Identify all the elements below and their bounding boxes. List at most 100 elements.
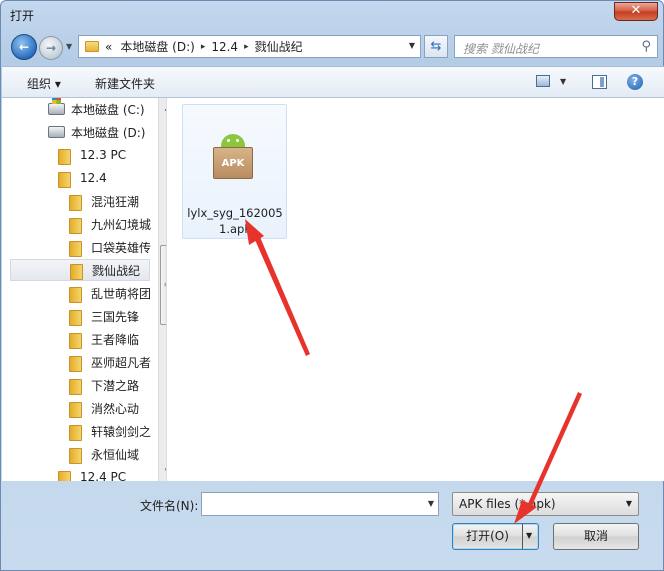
arrow-left-icon: ←: [18, 40, 30, 54]
chevron-down-icon: ▼: [625, 499, 632, 508]
nav-item-12-4[interactable]: 12.4: [58, 167, 107, 189]
folder-icon: [69, 239, 83, 257]
breadcrumb-separator-icon[interactable]: ▸: [244, 42, 249, 52]
folder-icon: [69, 308, 83, 326]
folder-icon: [58, 170, 72, 188]
nav-item-label: 乱世萌将团: [91, 286, 152, 301]
organize-button[interactable]: 组织 ▾: [27, 75, 61, 92]
system-drive-icon: [48, 98, 65, 115]
nav-item-label: 12.4 PC: [80, 470, 127, 481]
folder-icon: [58, 147, 72, 165]
nav-item-label: 巫师超凡者: [91, 355, 152, 370]
scroll-up-icon[interactable]: ▲: [160, 100, 166, 116]
folder-icon: [58, 469, 72, 481]
chevron-down-icon[interactable]: ▼: [428, 499, 434, 508]
search-placeholder: 搜索 戮仙战纪: [463, 42, 539, 56]
breadcrumb-overflow[interactable]: «: [105, 40, 112, 54]
open-options-dropdown[interactable]: ▼: [526, 531, 532, 540]
title-bar: 打开 ✕: [1, 1, 663, 29]
nav-item-label: 轩辕剑剑之: [91, 424, 152, 439]
file-type-value: APK files (*.apk): [459, 497, 556, 511]
nav-item-folder[interactable]: 口袋英雄传: [69, 236, 151, 258]
window-title: 打开: [10, 9, 35, 23]
nav-scrollbar[interactable]: ▲ ≡ ▼: [158, 98, 166, 481]
file-name-line-2: 1.apk: [219, 222, 251, 236]
folder-icon: [69, 193, 83, 211]
view-options-dropdown[interactable]: ▼: [560, 77, 566, 86]
nav-item-folder[interactable]: 王者降临: [69, 328, 139, 350]
refresh-button[interactable]: ⇆: [424, 35, 448, 58]
search-icon: ⚲: [641, 39, 651, 54]
open-file-dialog: 打开 ✕ ← → ▼ « 本地磁盘 (D:) ▸ 12.4 ▸ 戮仙战纪 ▼ ⇆…: [0, 0, 664, 571]
breadcrumb-item-current[interactable]: 戮仙战纪: [255, 38, 303, 55]
nav-item-label: 本地磁盘 (D:): [71, 125, 146, 140]
folder-icon: [85, 41, 99, 52]
file-list-pane[interactable]: APK lylx_syg_162005 1.apk: [168, 98, 664, 481]
close-button[interactable]: ✕: [614, 2, 658, 21]
search-box[interactable]: 搜索 戮仙战纪 ⚲: [454, 35, 658, 58]
nav-item-label: 王者降临: [91, 332, 140, 347]
filename-label: 文件名(N):: [140, 499, 199, 513]
file-item-apk[interactable]: APK lylx_syg_162005 1.apk: [182, 104, 287, 239]
drive-icon: [48, 126, 65, 138]
nav-item-folder[interactable]: 三国先锋: [69, 305, 139, 327]
nav-item-label: 混沌狂潮: [91, 194, 140, 209]
folder-icon: [69, 446, 83, 464]
recent-locations-dropdown[interactable]: ▼: [66, 42, 72, 51]
split-divider: [522, 524, 523, 549]
back-button[interactable]: ←: [11, 34, 37, 60]
nav-item-label: 12.4: [80, 171, 107, 185]
nav-item-label: 下潜之路: [91, 378, 140, 393]
change-view-icon[interactable]: [536, 75, 550, 87]
nav-item-drive-d[interactable]: 本地磁盘 (D:): [48, 121, 145, 143]
preview-pane-icon[interactable]: [592, 75, 607, 89]
folder-icon: [69, 377, 83, 395]
cancel-button[interactable]: 取消: [553, 523, 639, 550]
apk-file-icon: APK: [213, 132, 255, 180]
nav-item-label: 本地磁盘 (C:): [71, 102, 145, 117]
browser-area: 本地磁盘 (C:) 本地磁盘 (D:) 12.3 PC 12.4 混沌狂潮 九州…: [2, 98, 664, 481]
file-name-line-1: lylx_syg_162005: [187, 206, 283, 220]
scroll-thumb[interactable]: ≡: [160, 245, 166, 325]
scroll-down-icon[interactable]: ▼: [160, 463, 166, 479]
breadcrumb-separator-icon[interactable]: ▸: [201, 42, 206, 52]
nav-item-label: 永恒仙域: [91, 447, 140, 462]
nav-item-label: 口袋英雄传: [91, 240, 152, 255]
breadcrumb: « 本地磁盘 (D:) ▸ 12.4 ▸ 戮仙战纪: [105, 38, 303, 55]
nav-item-label: 九州幻境城: [91, 217, 152, 232]
nav-item-folder[interactable]: 混沌狂潮: [69, 190, 139, 212]
nav-item-selected-folder[interactable]: 戮仙战纪: [10, 259, 150, 281]
nav-item-drive-c[interactable]: 本地磁盘 (C:): [48, 98, 145, 120]
breadcrumb-item-d-drive[interactable]: 本地磁盘 (D:): [120, 38, 194, 55]
nav-item-folder[interactable]: 轩辕剑剑之: [69, 420, 151, 442]
address-bar[interactable]: « 本地磁盘 (D:) ▸ 12.4 ▸ 戮仙战纪 ▼: [78, 35, 421, 58]
file-name: lylx_syg_162005 1.apk: [185, 205, 285, 237]
nav-item-label: 消然心动: [91, 401, 140, 416]
new-folder-button[interactable]: 新建文件夹: [95, 75, 155, 92]
nav-item-folder[interactable]: 下潜之路: [69, 374, 139, 396]
navigation-pane[interactable]: 本地磁盘 (C:) 本地磁盘 (D:) 12.3 PC 12.4 混沌狂潮 九州…: [10, 98, 167, 481]
nav-item-folder[interactable]: 九州幻境城: [69, 213, 151, 235]
open-button-label: 打开(O): [466, 529, 509, 543]
folder-icon: [69, 331, 83, 349]
nav-item-folder[interactable]: 永恒仙域: [69, 443, 139, 465]
nav-item-folder[interactable]: 消然心动: [69, 397, 139, 419]
nav-item-folder[interactable]: 巫师超凡者: [69, 351, 151, 373]
nav-item-label: 12.3 PC: [80, 148, 127, 162]
nav-item-folder[interactable]: 乱世萌将团: [69, 282, 151, 304]
help-icon[interactable]: ?: [627, 74, 643, 90]
folder-icon: [69, 285, 83, 303]
refresh-icon: ⇆: [430, 39, 442, 54]
file-type-select[interactable]: APK files (*.apk) ▼: [452, 492, 639, 516]
forward-button[interactable]: →: [39, 36, 63, 60]
android-icon: [221, 134, 245, 148]
filename-input[interactable]: ▼: [201, 492, 439, 516]
apk-badge: APK: [213, 147, 253, 179]
arrow-right-icon: →: [45, 41, 57, 55]
breadcrumb-item-12-4[interactable]: 12.4: [211, 40, 238, 54]
folder-icon: [69, 216, 83, 234]
nav-item-12-3-pc[interactable]: 12.3 PC: [58, 144, 126, 166]
folder-icon: [70, 262, 84, 280]
chevron-down-icon[interactable]: ▼: [409, 41, 415, 50]
nav-item-12-4-pc[interactable]: 12.4 PC: [58, 466, 126, 481]
